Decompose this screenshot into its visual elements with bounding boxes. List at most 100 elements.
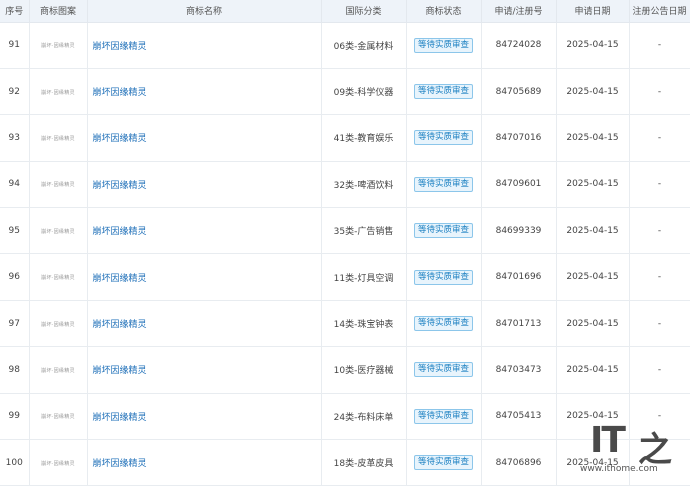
trademark-image[interactable]: 崩坏·因缘精灵 bbox=[41, 367, 75, 374]
intl-class-cell: 11类-灯具空调 bbox=[321, 253, 407, 301]
intl-class-cell: 24类-布料床单 bbox=[321, 393, 407, 441]
registration-number-cell: 84706896 bbox=[481, 439, 557, 486]
trademark-image-cell: 崩坏·因缘精灵 bbox=[29, 300, 88, 348]
application-date: 2025-04-15 bbox=[566, 179, 619, 190]
publication-date: - bbox=[657, 318, 662, 329]
status-badge-cell: 等待实质审查 bbox=[406, 68, 482, 116]
intl-class: 41类-教育娱乐 bbox=[333, 134, 394, 145]
status-badge: 等待实质审查 bbox=[413, 316, 473, 332]
registration-number: 84709601 bbox=[495, 179, 542, 190]
trademark-image[interactable]: 崩坏·因缘精灵 bbox=[41, 42, 75, 49]
application-date: 2025-04-15 bbox=[566, 225, 619, 236]
trademark-name-link[interactable]: 崩坏因缘精灵 bbox=[93, 134, 147, 144]
header-name: 商标名称 bbox=[87, 0, 322, 23]
trademark-image-cell: 崩坏·因缘精灵 bbox=[29, 22, 88, 69]
trademark-name-link[interactable]: 崩坏因缘精灵 bbox=[93, 413, 147, 423]
intl-class: 32类-啤酒饮料 bbox=[333, 180, 394, 191]
table-header-row: 序号 商标图案 商标名称 国际分类 商标状态 申请/注册号 申请日期 注册公告日… bbox=[0, 0, 690, 23]
status-badge: 等待实质审查 bbox=[413, 362, 473, 378]
intl-class: 09类-科学仪器 bbox=[333, 88, 394, 99]
trademark-image[interactable]: 崩坏·因缘精灵 bbox=[41, 89, 75, 96]
status-badge-cell: 等待实质审查 bbox=[406, 114, 482, 162]
trademark-image[interactable]: 崩坏·因缘精灵 bbox=[41, 135, 75, 142]
trademark-image[interactable]: 崩坏·因缘精灵 bbox=[41, 274, 75, 281]
status-badge-cell: 等待实质审查 bbox=[406, 207, 482, 255]
status-badge: 等待实质审查 bbox=[413, 408, 473, 424]
intl-class: 11类-灯具空调 bbox=[333, 273, 394, 284]
trademark-name-link[interactable]: 崩坏因缘精灵 bbox=[93, 88, 147, 98]
intl-class-cell: 35类-广告销售 bbox=[321, 207, 407, 255]
header-apply-date: 申请日期 bbox=[556, 0, 630, 23]
row-serial-cell: 95 bbox=[0, 207, 30, 255]
row-serial-cell: 94 bbox=[0, 161, 30, 209]
trademark-name-link-cell: 崩坏因缘精灵 bbox=[87, 346, 322, 394]
table-row: 92 崩坏·因缘精灵 崩坏因缘精灵 09类-科学仪器 等待实质审查 84705689 202… bbox=[0, 68, 690, 116]
trademark-name-link-cell: 崩坏因缘精灵 bbox=[87, 439, 322, 486]
registration-number: 84703473 bbox=[495, 364, 542, 375]
application-date: 2025-04-15 bbox=[566, 272, 619, 283]
header-serial: 序号 bbox=[0, 0, 30, 23]
intl-class: 24类-布料床单 bbox=[333, 412, 394, 423]
table-row: 95 崩坏·因缘精灵 崩坏因缘精灵 35类-广告销售 等待实质审查 84699339 202… bbox=[0, 207, 690, 255]
trademark-image[interactable]: 崩坏·因缘精灵 bbox=[41, 413, 75, 420]
header-reg-no: 申请/注册号 bbox=[481, 0, 557, 23]
application-date: 2025-04-15 bbox=[566, 132, 619, 143]
trademark-name-link[interactable]: 崩坏因缘精灵 bbox=[93, 320, 147, 330]
registration-number-cell: 84701696 bbox=[481, 253, 557, 301]
trademark-name-link[interactable]: 崩坏因缘精灵 bbox=[93, 274, 147, 284]
header-pub-date: 注册公告日期 bbox=[629, 0, 690, 23]
header-status: 商标状态 bbox=[406, 0, 482, 23]
registration-number-cell: 84705413 bbox=[481, 393, 557, 441]
trademark-image-cell: 崩坏·因缘精灵 bbox=[29, 346, 88, 394]
row-serial: 93 bbox=[8, 132, 20, 143]
application-date-cell: 2025-04-15 bbox=[556, 300, 630, 348]
registration-number-cell: 84709601 bbox=[481, 161, 557, 209]
intl-class: 35类-广告销售 bbox=[333, 227, 394, 238]
publication-date-cell: - bbox=[629, 161, 690, 209]
trademark-name-link-cell: 崩坏因缘精灵 bbox=[87, 207, 322, 255]
intl-class-cell: 09类-科学仪器 bbox=[321, 68, 407, 116]
header-class: 国际分类 bbox=[321, 0, 407, 23]
registration-number-cell: 84699339 bbox=[481, 207, 557, 255]
application-date-cell: 2025-04-15 bbox=[556, 114, 630, 162]
status-badge: 等待实质审查 bbox=[413, 84, 473, 100]
application-date: 2025-04-15 bbox=[566, 40, 619, 51]
row-serial-cell: 100 bbox=[0, 439, 30, 486]
intl-class-cell: 32类-啤酒饮料 bbox=[321, 161, 407, 209]
row-serial: 96 bbox=[8, 272, 20, 283]
publication-date: - bbox=[657, 272, 662, 283]
registration-number: 84705689 bbox=[495, 86, 542, 97]
trademark-image[interactable]: 崩坏·因缘精灵 bbox=[41, 460, 75, 467]
row-serial: 91 bbox=[8, 40, 20, 51]
status-badge-cell: 等待实质审查 bbox=[406, 22, 482, 69]
trademark-table: 序号 商标图案 商标名称 国际分类 商标状态 申请/注册号 申请日期 注册公告日… bbox=[0, 0, 690, 486]
row-serial-cell: 96 bbox=[0, 253, 30, 301]
trademark-name-link[interactable]: 崩坏因缘精灵 bbox=[93, 366, 147, 376]
registration-number-cell: 84705689 bbox=[481, 68, 557, 116]
row-serial-cell: 98 bbox=[0, 346, 30, 394]
trademark-image[interactable]: 崩坏·因缘精灵 bbox=[41, 228, 75, 235]
application-date-cell: 2025-04-15 bbox=[556, 207, 630, 255]
publication-date: - bbox=[657, 225, 662, 236]
trademark-name-link[interactable]: 崩坏因缘精灵 bbox=[93, 227, 147, 237]
intl-class-cell: 10类-医疗器械 bbox=[321, 346, 407, 394]
trademark-name-link[interactable]: 崩坏因缘精灵 bbox=[93, 181, 147, 191]
registration-number-cell: 84724028 bbox=[481, 22, 557, 69]
status-badge: 等待实质审查 bbox=[413, 455, 473, 471]
trademark-name-link-cell: 崩坏因缘精灵 bbox=[87, 253, 322, 301]
registration-number: 84701696 bbox=[495, 272, 542, 283]
publication-date: - bbox=[657, 132, 662, 143]
trademark-image-cell: 崩坏·因缘精灵 bbox=[29, 207, 88, 255]
trademark-image-cell: 崩坏·因缘精灵 bbox=[29, 439, 88, 486]
publication-date: - bbox=[657, 364, 662, 375]
trademark-image[interactable]: 崩坏·因缘精灵 bbox=[41, 321, 75, 328]
trademark-name-link[interactable]: 崩坏因缘精灵 bbox=[93, 459, 147, 469]
publication-date-cell: - bbox=[629, 253, 690, 301]
registration-number: 84707016 bbox=[495, 132, 542, 143]
row-serial: 94 bbox=[8, 179, 20, 190]
trademark-image[interactable]: 崩坏·因缘精灵 bbox=[41, 181, 75, 188]
trademark-name-link-cell: 崩坏因缘精灵 bbox=[87, 300, 322, 348]
registration-number: 84706896 bbox=[495, 457, 542, 468]
trademark-name-link[interactable]: 崩坏因缘精灵 bbox=[93, 42, 147, 52]
application-date-cell: 2025-04-15 bbox=[556, 68, 630, 116]
